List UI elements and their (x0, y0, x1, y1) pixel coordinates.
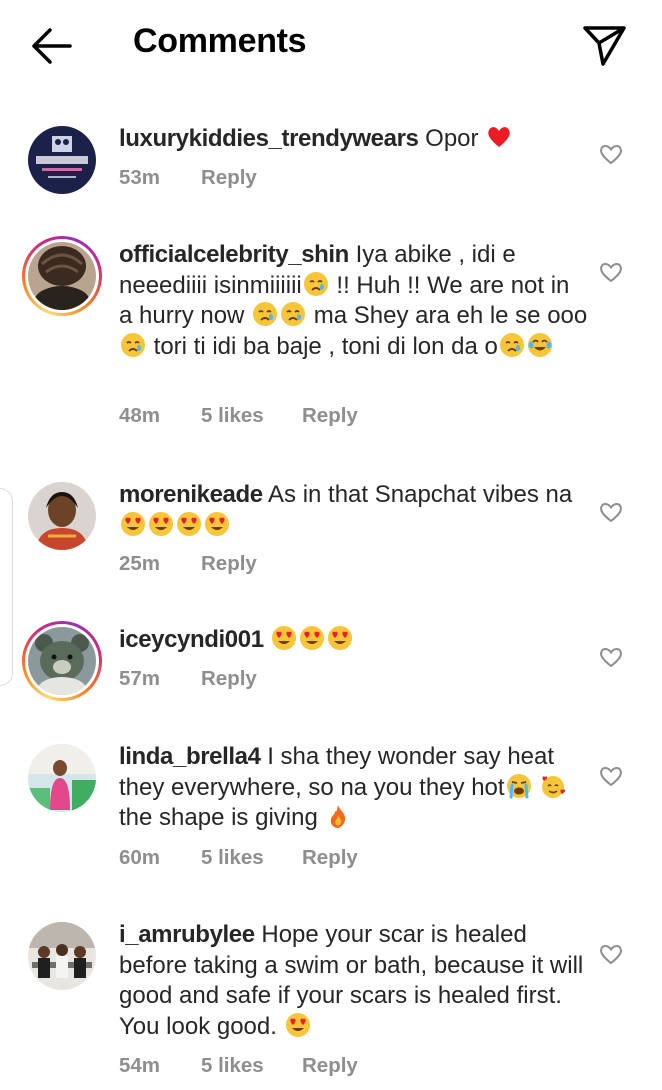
comment-time: 54m (119, 1054, 161, 1077)
comment-time: 53m (119, 166, 161, 189)
comment-time: 57m (119, 667, 161, 690)
heart-eyes-emoji (299, 625, 325, 651)
heart-eyes-emoji (271, 625, 297, 651)
heart-eyes-emoji (176, 511, 202, 537)
heart-eyes-emoji (148, 511, 174, 537)
comment-username[interactable]: linda_brella4 (119, 743, 261, 770)
like-heart-icon[interactable] (598, 260, 624, 284)
reply-button[interactable]: Reply (302, 846, 358, 869)
like-heart-icon[interactable] (598, 142, 624, 166)
comment-meta: 48m 5 likes Reply (119, 404, 358, 428)
like-heart-icon[interactable] (598, 942, 624, 966)
avatar[interactable] (28, 744, 96, 812)
comment-time: 25m (119, 552, 161, 575)
comment-meta: 60m 5 likes Reply (119, 846, 358, 870)
heart-eyes-emoji (204, 511, 230, 537)
comment-meta: 57m Reply (119, 667, 257, 691)
reply-button[interactable]: Reply (201, 166, 257, 189)
page-title: Comments (133, 22, 307, 60)
side-panel-handle[interactable] (0, 488, 13, 686)
avatar[interactable] (28, 922, 96, 990)
comment-username[interactable]: luxurykiddies_trendywears (119, 125, 419, 152)
comment-time: 48m (119, 404, 161, 427)
story-ring[interactable] (22, 236, 102, 316)
reply-button[interactable]: Reply (302, 1054, 358, 1077)
comment-username[interactable]: iceycyndi001 (119, 626, 264, 653)
heart-eyes-emoji (120, 511, 146, 537)
comment-username[interactable]: i_amrubylee (119, 921, 255, 948)
comment-likes[interactable]: 5 likes (201, 1054, 302, 1078)
crying-face-emoji (280, 301, 306, 327)
comment-text: iceycyndi001 (119, 625, 589, 656)
smiling-face-with-hearts-emoji (540, 773, 566, 799)
arrow-left-icon (32, 28, 72, 64)
comment-likes[interactable]: 5 likes (201, 846, 302, 870)
like-heart-icon[interactable] (598, 764, 624, 788)
crying-face-emoji (499, 332, 525, 358)
back-button[interactable] (28, 24, 76, 68)
reply-button[interactable]: Reply (302, 404, 358, 427)
paper-plane-icon (583, 26, 626, 66)
comment-text: officialcelebrity_shin Iya abike , idi e… (119, 241, 588, 360)
loudly-crying-emoji (506, 773, 532, 799)
crying-face-emoji (252, 301, 278, 327)
comment-text: linda_brella4 I sha they wonder say heat… (119, 742, 589, 834)
avatar[interactable] (28, 482, 96, 550)
reply-button[interactable]: Reply (201, 667, 257, 690)
story-ring[interactable] (22, 621, 102, 701)
like-heart-icon[interactable] (598, 645, 624, 669)
avatar (28, 627, 96, 695)
comment-meta: 25m Reply (119, 552, 257, 576)
share-button[interactable] (582, 22, 628, 68)
heart-eyes-emoji (327, 625, 353, 651)
fire-emoji (325, 803, 351, 829)
comment-text: morenikeade As in that Snapchat vibes na (119, 480, 589, 541)
comment-likes[interactable]: 5 likes (201, 404, 302, 428)
tears-of-joy-emoji (527, 332, 553, 358)
avatar (28, 242, 96, 310)
comment-time: 60m (119, 846, 161, 869)
comment-text: i_amrubylee Hope your scar is healed bef… (119, 921, 584, 1040)
crying-face-emoji (303, 271, 329, 297)
reply-button[interactable]: Reply (201, 552, 257, 575)
comment-username[interactable]: officialcelebrity_shin (119, 241, 349, 268)
red-heart-emoji (486, 124, 512, 150)
heart-eyes-emoji (285, 1012, 311, 1038)
comment-meta: 53m Reply (119, 166, 257, 190)
like-heart-icon[interactable] (598, 500, 624, 524)
avatar[interactable] (28, 126, 96, 194)
crying-face-emoji (120, 332, 146, 358)
comment-text: luxurykiddies_trendywears Opor (119, 124, 589, 155)
header: Comments (0, 0, 662, 92)
comment-meta: 54m 5 likes Reply (119, 1054, 358, 1078)
comment-username[interactable]: morenikeade (119, 481, 263, 508)
